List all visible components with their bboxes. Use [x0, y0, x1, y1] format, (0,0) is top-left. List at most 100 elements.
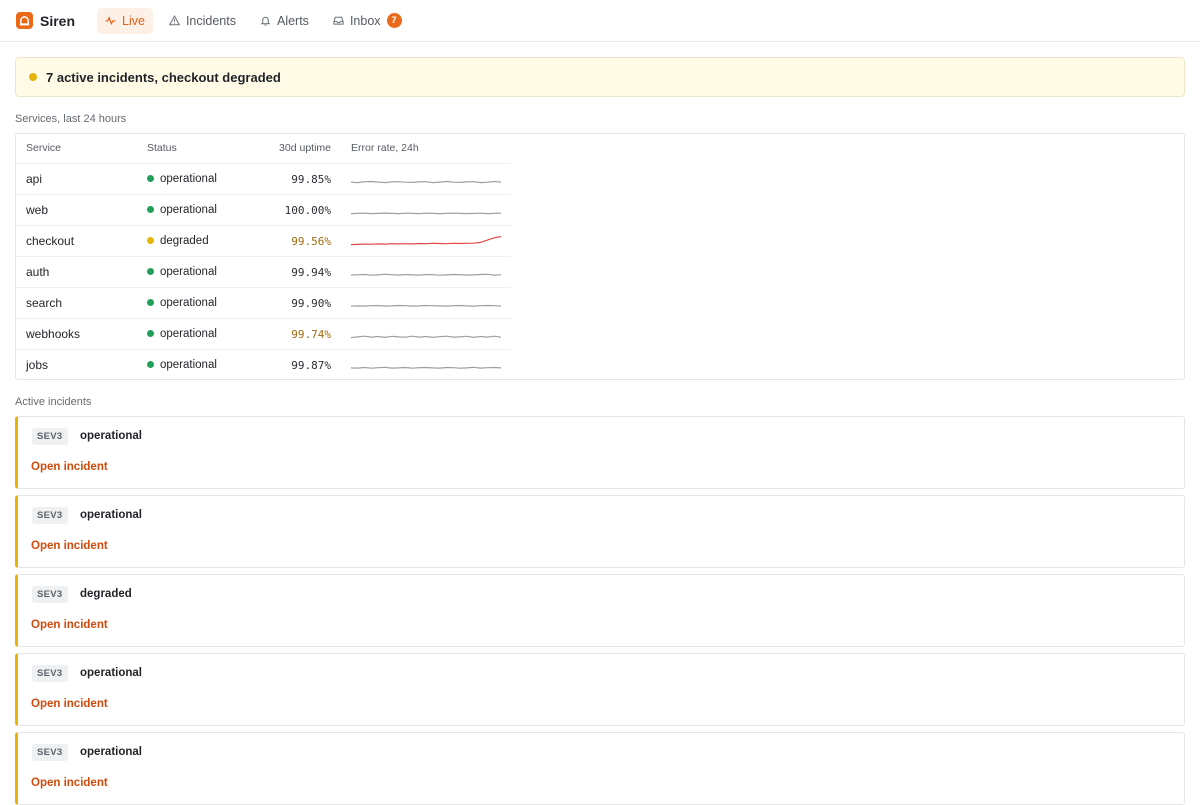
- service-name: checkout: [16, 224, 137, 256]
- service-status-cell: operational: [137, 348, 255, 380]
- incident-title: operational: [80, 667, 142, 679]
- error-rate-sparkline-cell: [341, 348, 511, 380]
- services-table-body: api operational 99.85% web operational 100.00…: [16, 162, 511, 380]
- services-table: Service Status 30d uptime Error rate, 24…: [16, 134, 511, 380]
- service-uptime-cell: 99.90%: [255, 286, 341, 318]
- brand[interactable]: Siren: [16, 12, 75, 29]
- service-status: degraded: [160, 234, 209, 247]
- nav-live-label: Live: [122, 13, 145, 28]
- severity-badge: SEV3: [32, 586, 68, 603]
- service-status-cell: degraded: [137, 224, 255, 256]
- status-dot: [147, 237, 154, 244]
- service-uptime: 99.74%: [291, 327, 331, 341]
- incident-title: operational: [80, 430, 142, 442]
- col-header-service: Service: [26, 142, 62, 155]
- table-row[interactable]: auth operational 99.94%: [16, 255, 511, 287]
- status-dot: [147, 330, 154, 337]
- banner-text: 7 active incidents, checkout degraded: [46, 69, 281, 85]
- table-row[interactable]: web operational 100.00%: [16, 193, 511, 225]
- nav-alerts[interactable]: Alerts: [252, 8, 317, 34]
- service-uptime: 99.85%: [291, 172, 331, 186]
- error-rate-sparkline: [351, 366, 501, 369]
- table-header-row: Service Status 30d uptime Error rate, 24…: [16, 134, 511, 163]
- col-header-error-rate: Error rate, 24h: [351, 142, 419, 155]
- top-bar: Siren Live Incidents Alerts Inbox 7: [0, 0, 1200, 42]
- open-incident-link[interactable]: Open incident: [31, 777, 108, 789]
- incident-title: degraded: [80, 588, 132, 600]
- service-status-cell: operational: [137, 255, 255, 287]
- error-rate-sparkline-cell: [341, 224, 511, 256]
- sparkline-path: [351, 335, 501, 338]
- service-name: webhooks: [16, 317, 137, 349]
- col-header-uptime: 30d uptime: [279, 142, 331, 155]
- error-rate-sparkline-cell: [341, 317, 511, 349]
- service-uptime-cell: 99.74%: [255, 317, 341, 349]
- service-name: search: [16, 286, 137, 318]
- status-dot: [147, 206, 154, 213]
- service-uptime-cell: 99.85%: [255, 162, 341, 194]
- service-uptime: 99.90%: [291, 296, 331, 310]
- service-status: operational: [160, 296, 217, 309]
- service-uptime: 99.56%: [291, 234, 331, 248]
- service-uptime-cell: 99.56%: [255, 224, 341, 256]
- service-status: operational: [160, 203, 217, 216]
- status-dot: [147, 361, 154, 369]
- banner-status-dot: [29, 73, 37, 81]
- sparkline-path: [351, 273, 501, 276]
- table-row[interactable]: jobs operational 99.87%: [16, 348, 511, 380]
- siren-logo-icon: [16, 12, 33, 29]
- service-name: jobs: [16, 348, 137, 380]
- incident-card[interactable]: SEV3 degraded Open incident: [15, 574, 1185, 647]
- status-banner: 7 active incidents, checkout degraded: [15, 57, 1185, 97]
- services-section-label: Services, last 24 hours: [15, 113, 127, 125]
- nav-incidents[interactable]: Incidents: [161, 8, 244, 34]
- sparkline-path: [351, 366, 501, 369]
- incident-card[interactable]: SEV3 operational Open incident: [15, 495, 1185, 568]
- service-status: operational: [160, 265, 217, 278]
- open-incident-link[interactable]: Open incident: [31, 461, 108, 473]
- service-uptime: 100.00%: [284, 203, 331, 217]
- inbox-count-badge: 7: [386, 13, 402, 28]
- severity-badge: SEV3: [32, 507, 68, 524]
- sparkline-path: [351, 304, 501, 307]
- incident-title: operational: [80, 746, 142, 758]
- error-rate-sparkline-cell: [341, 286, 511, 318]
- status-dot: [147, 268, 154, 275]
- service-status-cell: operational: [137, 317, 255, 349]
- service-status: operational: [160, 327, 217, 340]
- open-incident-link[interactable]: Open incident: [31, 698, 108, 710]
- table-row[interactable]: api operational 99.85%: [16, 162, 511, 194]
- sparkline-path: [351, 211, 501, 214]
- table-row[interactable]: webhooks operational 99.74%: [16, 317, 511, 349]
- incident-card[interactable]: SEV3 operational Open incident: [15, 416, 1185, 489]
- service-uptime: 99.94%: [291, 265, 331, 279]
- pulse-icon: [105, 16, 116, 26]
- service-name: web: [16, 193, 137, 225]
- nav-live[interactable]: Live: [97, 7, 153, 34]
- service-name: auth: [16, 255, 137, 287]
- sparkline-path: [351, 235, 501, 245]
- incident-title: operational: [80, 509, 142, 521]
- table-row[interactable]: search operational 99.90%: [16, 286, 511, 318]
- severity-badge: SEV3: [32, 665, 68, 682]
- nav-inbox[interactable]: Inbox 7: [325, 7, 410, 34]
- service-uptime-cell: 100.00%: [255, 193, 341, 225]
- severity-badge: SEV3: [32, 428, 68, 445]
- open-incident-link[interactable]: Open incident: [31, 619, 108, 631]
- sparkline-path: [351, 180, 501, 183]
- error-rate-sparkline-cell: [341, 193, 511, 225]
- bell-icon: [260, 16, 271, 26]
- status-dot: [147, 175, 154, 182]
- service-status-cell: operational: [137, 162, 255, 194]
- inbox-icon: [333, 16, 344, 25]
- incident-card[interactable]: SEV3 operational Open incident: [15, 732, 1185, 805]
- service-uptime: 99.87%: [291, 358, 331, 372]
- service-status-cell: operational: [137, 286, 255, 318]
- service-status: operational: [160, 172, 217, 185]
- warning-icon: [168, 15, 180, 26]
- error-rate-sparkline-cell: [341, 255, 511, 287]
- table-row[interactable]: checkout degraded 99.56%: [16, 224, 511, 256]
- incident-card[interactable]: SEV3 operational Open incident: [15, 653, 1185, 726]
- error-rate-sparkline: [351, 211, 501, 214]
- open-incident-link[interactable]: Open incident: [31, 540, 108, 552]
